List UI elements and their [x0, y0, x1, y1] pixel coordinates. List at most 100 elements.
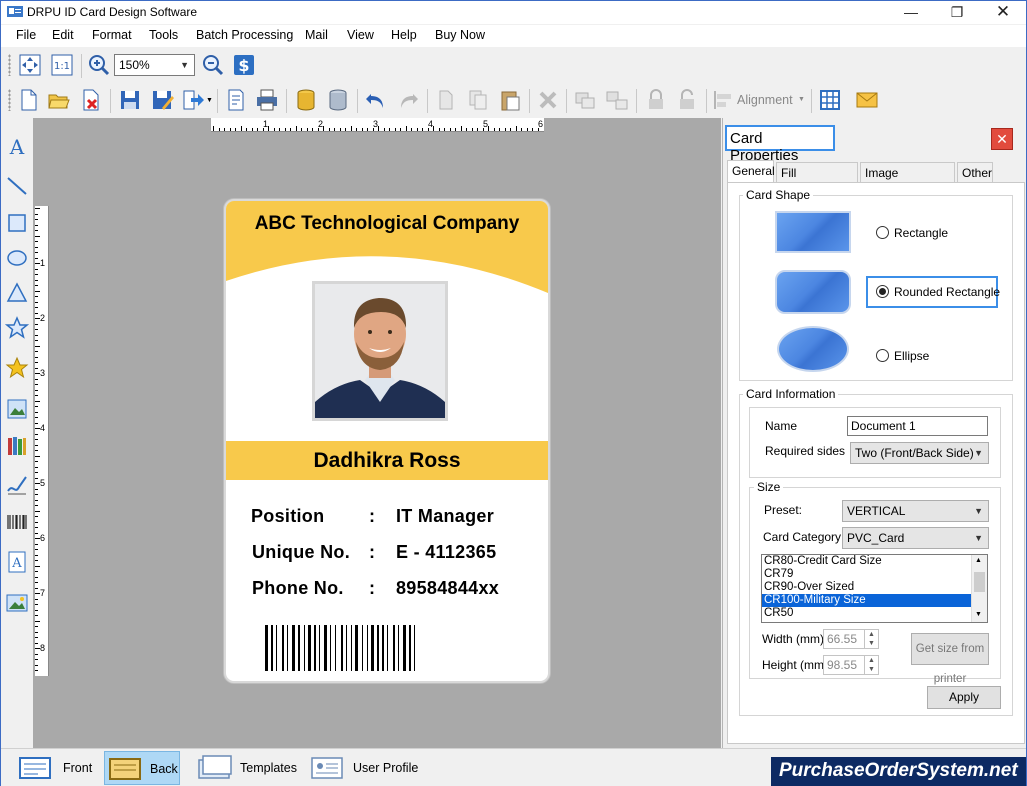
- apply-button[interactable]: Apply: [927, 686, 1001, 709]
- database-series-icon[interactable]: [326, 88, 350, 112]
- grid-icon[interactable]: [818, 88, 842, 112]
- alignment-dropdown-icon[interactable]: ▼: [798, 96, 805, 103]
- name-field[interactable]: Document 1: [847, 416, 988, 436]
- menu-file[interactable]: File: [16, 28, 36, 42]
- scroll-down-icon[interactable]: ▼: [975, 611, 982, 618]
- user-profile-tab[interactable]: User Profile: [307, 751, 425, 785]
- position-value[interactable]: IT Manager: [396, 506, 494, 527]
- spinner-arrows-icon[interactable]: ▲ ▼: [864, 630, 878, 648]
- save-icon[interactable]: [118, 88, 142, 112]
- required-sides-select[interactable]: Two (Front/Back Side) ▼: [850, 442, 989, 464]
- rounded-rectangle-label[interactable]: Rounded Rectangle: [894, 285, 1000, 299]
- width-spinner[interactable]: 66.55 ▲ ▼: [823, 629, 879, 649]
- copy-icon[interactable]: [466, 88, 490, 112]
- spinner-arrows-icon[interactable]: ▲ ▼: [864, 656, 878, 674]
- card-size-list[interactable]: CR80-Credit Card Size CR79 CR90-Over Siz…: [761, 554, 988, 623]
- triangle-tool-icon[interactable]: [5, 281, 29, 305]
- cut-icon[interactable]: [434, 88, 458, 112]
- ellipse-radio[interactable]: [876, 349, 889, 362]
- list-item-selected[interactable]: CR100-Military Size: [762, 594, 987, 607]
- height-spinner[interactable]: 98.55 ▲ ▼: [823, 655, 879, 675]
- rounded-rectangle-shape-preview[interactable]: [775, 270, 851, 314]
- rectangle-radio[interactable]: [876, 226, 889, 239]
- export-icon[interactable]: [181, 88, 205, 112]
- card-category-select[interactable]: PVC_Card ▼: [842, 527, 989, 549]
- menu-buy-now[interactable]: Buy Now: [435, 28, 485, 42]
- tab-image-processing[interactable]: Image Processing: [860, 162, 955, 194]
- unique-no-label[interactable]: Unique No.: [252, 542, 350, 563]
- symbol-tool-icon[interactable]: [5, 356, 29, 380]
- paste-icon[interactable]: [498, 88, 522, 112]
- print-icon[interactable]: [255, 88, 279, 112]
- group-icon[interactable]: [573, 88, 597, 112]
- phone-no-value[interactable]: 89584844xx: [396, 578, 499, 599]
- preset-select[interactable]: VERTICAL ▼: [842, 500, 989, 522]
- undo-icon[interactable]: [364, 88, 388, 112]
- menu-help[interactable]: Help: [391, 28, 417, 42]
- menu-mail[interactable]: Mail: [305, 28, 328, 42]
- export-dropdown-icon[interactable]: ▼: [206, 97, 213, 104]
- lock-icon[interactable]: [644, 88, 668, 112]
- line-tool-icon[interactable]: [5, 174, 29, 198]
- zoom-in-icon[interactable]: [87, 53, 111, 77]
- text-tool-icon[interactable]: A: [5, 134, 29, 158]
- scroll-thumb[interactable]: [974, 572, 985, 592]
- fit-to-window-icon[interactable]: [18, 53, 42, 77]
- templates-tab[interactable]: Templates: [194, 751, 302, 785]
- star-tool-icon[interactable]: [5, 316, 29, 340]
- employee-name[interactable]: Dadhikra Ross: [226, 449, 548, 473]
- menu-view[interactable]: View: [347, 28, 374, 42]
- scroll-up-icon[interactable]: ▲: [975, 557, 982, 564]
- library-icon[interactable]: [5, 434, 29, 458]
- close-window-button[interactable]: ✕: [980, 1, 1026, 24]
- list-item[interactable]: CR80-Credit Card Size: [762, 555, 987, 568]
- database-icon[interactable]: [294, 88, 318, 112]
- get-size-from-printer-button[interactable]: Get size from printer: [911, 633, 989, 685]
- rectangle-shape-preview[interactable]: [775, 211, 851, 253]
- back-tab[interactable]: Back: [104, 751, 180, 785]
- front-tab[interactable]: Front: [15, 751, 99, 785]
- watermark-tool-icon[interactable]: A: [5, 550, 29, 574]
- list-item[interactable]: CR90-Over Sized: [762, 581, 987, 594]
- employee-photo[interactable]: [312, 281, 448, 421]
- menu-batch-processing[interactable]: Batch Processing: [196, 28, 293, 42]
- barcode-image[interactable]: [263, 625, 510, 673]
- properties-icon[interactable]: [224, 88, 248, 112]
- zoom-select[interactable]: 150% ▼: [114, 54, 195, 76]
- ellipse-tool-icon[interactable]: [5, 246, 29, 270]
- picture-tool-icon[interactable]: [5, 591, 29, 615]
- menu-format[interactable]: Format: [92, 28, 132, 42]
- menu-tools[interactable]: Tools: [149, 28, 178, 42]
- close-file-icon[interactable]: [79, 88, 103, 112]
- dollar-icon[interactable]: $: [232, 53, 256, 77]
- rectangle-tool-icon[interactable]: [5, 211, 29, 235]
- ellipse-label[interactable]: Ellipse: [894, 349, 929, 363]
- list-item[interactable]: CR79: [762, 568, 987, 581]
- restore-button[interactable]: ❐: [934, 1, 980, 24]
- actual-size-icon[interactable]: 1:1: [50, 53, 74, 77]
- phone-no-label[interactable]: Phone No.: [252, 578, 344, 599]
- image-tool-icon[interactable]: [5, 397, 29, 421]
- unlock-icon[interactable]: [675, 88, 699, 112]
- tab-other[interactable]: Other: [957, 162, 993, 182]
- open-folder-icon[interactable]: [47, 88, 71, 112]
- delete-icon[interactable]: [536, 88, 560, 112]
- tab-general[interactable]: General: [727, 160, 775, 183]
- save-as-icon[interactable]: [150, 88, 174, 112]
- tab-fill-background[interactable]: Fill Background: [776, 162, 858, 194]
- rounded-rectangle-radio[interactable]: [876, 285, 889, 298]
- alignment-icon[interactable]: [712, 88, 736, 112]
- list-scrollbar[interactable]: ▲ ▼: [971, 555, 987, 622]
- list-item[interactable]: CR50: [762, 607, 987, 620]
- company-name[interactable]: ABC Technological Company: [226, 213, 548, 235]
- id-card[interactable]: ABC Technological Company Dadhikra Ross …: [224, 199, 550, 683]
- alignment-label[interactable]: Alignment: [737, 93, 793, 107]
- barcode-tool-icon[interactable]: [5, 510, 29, 534]
- signature-tool-icon[interactable]: [5, 473, 29, 497]
- position-label[interactable]: Position: [251, 506, 324, 527]
- new-file-icon[interactable]: [17, 88, 41, 112]
- ungroup-icon[interactable]: [605, 88, 629, 112]
- rectangle-label[interactable]: Rectangle: [894, 226, 948, 240]
- email-icon[interactable]: [855, 88, 879, 112]
- minimize-button[interactable]: —: [888, 1, 934, 24]
